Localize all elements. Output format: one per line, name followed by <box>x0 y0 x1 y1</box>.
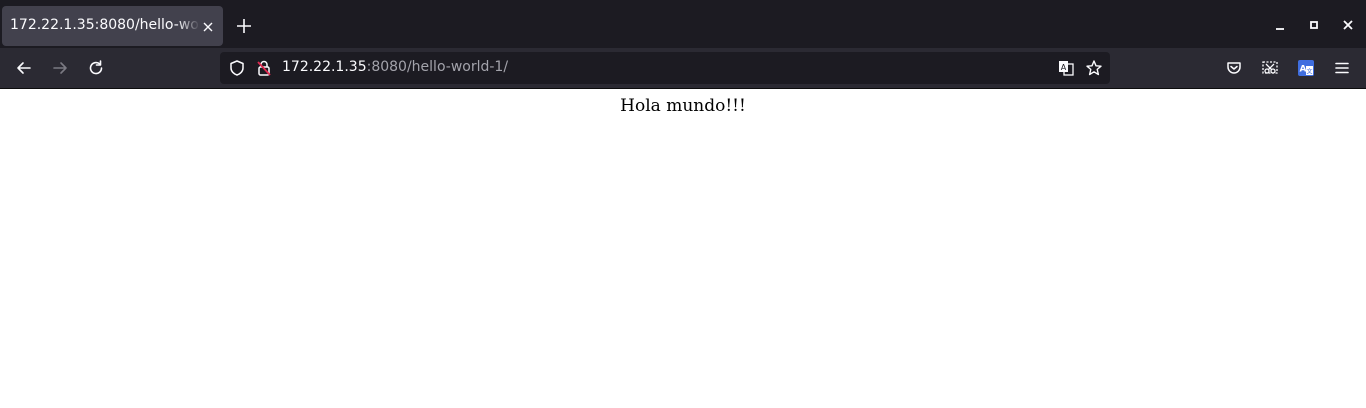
svg-text:A: A <box>1300 65 1307 75</box>
minimize-icon[interactable] <box>1273 18 1287 32</box>
url-text[interactable]: 172.22.1.35:8080/hello-world-1/ <box>282 59 508 77</box>
tab-title: 172.22.1.35:8080/hello-world-1/ <box>10 17 200 33</box>
svg-text:文: 文 <box>1306 68 1312 76</box>
screenshot-icon[interactable] <box>1261 59 1279 77</box>
url-path: :8080/hello-world-1/ <box>366 59 509 75</box>
navigation-toolbar: 172.22.1.35:8080/hello-world-1/ A A文 <box>0 48 1366 89</box>
page-heading-text: Hola mundo!!! <box>620 96 746 116</box>
hamburger-menu-icon[interactable] <box>1333 59 1351 77</box>
bookmark-star-icon[interactable] <box>1085 59 1103 77</box>
pocket-icon[interactable] <box>1225 59 1243 77</box>
tab-strip: 172.22.1.35:8080/hello-world-1/ <box>0 0 1366 48</box>
maximize-icon[interactable] <box>1307 18 1321 32</box>
address-bar[interactable]: 172.22.1.35:8080/hello-world-1/ A <box>220 52 1110 84</box>
page-content: Hola mundo!!! <box>0 89 1366 408</box>
reload-icon[interactable] <box>87 59 105 77</box>
close-window-icon[interactable] <box>1341 18 1355 32</box>
new-tab-plus-icon[interactable] <box>234 16 254 36</box>
tab-close-icon[interactable] <box>201 20 215 34</box>
svg-text:A: A <box>1061 63 1067 72</box>
forward-arrow-icon[interactable] <box>51 59 69 77</box>
active-tab[interactable]: 172.22.1.35:8080/hello-world-1/ <box>2 6 223 46</box>
translate-icon[interactable]: A <box>1057 59 1075 77</box>
shield-icon[interactable] <box>228 59 246 77</box>
back-arrow-icon[interactable] <box>15 59 33 77</box>
lock-strikethrough-icon[interactable] <box>255 59 273 77</box>
translate-extension-icon[interactable]: A文 <box>1297 59 1315 77</box>
url-host: 172.22.1.35 <box>282 59 367 75</box>
